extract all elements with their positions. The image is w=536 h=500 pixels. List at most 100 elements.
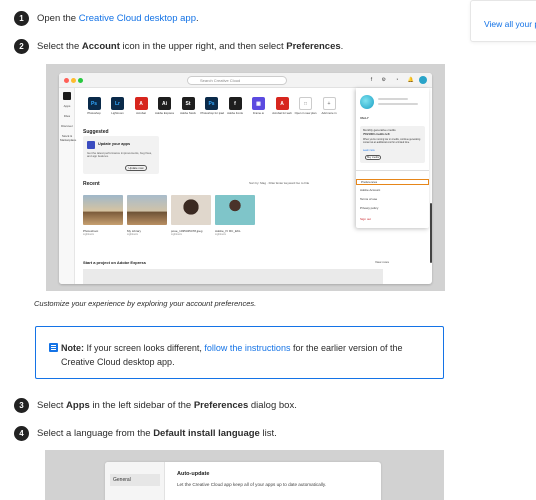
menu-item-adobe-account: Adobe Account [360, 188, 381, 192]
related-card: View all your pla [470, 0, 536, 42]
app-label: Frame.io [252, 111, 265, 115]
step-number: 3 [14, 398, 29, 413]
app-tile: Ai Adobe Express [154, 97, 176, 115]
step-text: Open the Creative Cloud desktop app. [37, 13, 199, 24]
step-bold-preferences: Preferences [286, 41, 341, 52]
step-bold-default-language: Default install language [153, 428, 260, 439]
recent-thumbnail [215, 195, 255, 225]
app-tile: St Adobe Stock [177, 97, 199, 115]
step-number: 1 [14, 11, 29, 26]
app-label: Acrobat for web [272, 111, 292, 115]
app-icon: Ps [205, 97, 218, 110]
app-icon: □ [299, 97, 312, 110]
creative-cloud-logo-icon [63, 92, 71, 100]
scrollbar [430, 203, 432, 263]
suggested-heading: Suggested [83, 129, 109, 135]
step-3: 3 Select Apps in the left sidebar of the… [14, 398, 297, 413]
update-card-title: Update your apps [98, 142, 131, 146]
recent-item-meta: Lightroom [83, 233, 95, 236]
app-label: Adobe Stock [180, 111, 196, 115]
step-text-post: list. [259, 428, 277, 439]
app-label: Photoshop [87, 111, 101, 115]
credits-value: 750/1000 credits left [363, 132, 390, 136]
app-tile: □ Open in new plan [295, 97, 317, 115]
note-text: Note: If your screen looks different, fo… [61, 341, 436, 369]
step-text-pre: Open the [37, 13, 79, 24]
menu-item-preferences: Preferences [356, 179, 429, 185]
app-tile: A Acrobat for web [271, 97, 293, 115]
view-plans-link[interactable]: View all your pla [484, 19, 536, 29]
note-label: Note: [61, 343, 84, 353]
zoom-dot-icon [78, 78, 83, 83]
app-tile: Lr Lightroom [107, 97, 129, 115]
app-window: Search Creative Cloud f ⚙ ◔ 🔔 Apps Files… [59, 73, 432, 284]
app-icon: + [322, 97, 336, 110]
app-label: Add more in [321, 111, 337, 115]
recent-item-meta: Lightroom [215, 233, 227, 236]
menu-item-terms: Terms of use [360, 197, 378, 201]
sidebar-item-files: Files [63, 114, 71, 118]
update-now-button: Update now [125, 165, 147, 171]
recent-thumbnail [171, 195, 211, 225]
dialog-sidebar-item-general: General [110, 474, 160, 486]
title-bar: Search Creative Cloud f ⚙ ◔ 🔔 [59, 73, 432, 88]
step-bold-preferences: Preferences [193, 400, 249, 411]
step-text-mid: icon in the upper right, and then select [119, 41, 287, 52]
menu-item-privacy: Privacy policy [360, 206, 379, 210]
minimize-dot-icon [71, 78, 76, 83]
divider [356, 170, 429, 171]
recent-thumbnail [83, 195, 123, 225]
step-bold-apps: Apps [66, 400, 90, 411]
recent-thumbnail [127, 195, 167, 225]
note-icon [49, 343, 58, 352]
search-input: Search Creative Cloud [187, 76, 287, 85]
step-text-mid: in the left sidebar of the [89, 400, 194, 411]
app-icon: Ps [87, 97, 101, 110]
note-text-pre: If your screen looks different, [84, 343, 205, 353]
app-tile: Ps Photoshop [83, 97, 105, 115]
update-icon [87, 141, 95, 149]
creative-cloud-app-link[interactable]: Creative Cloud desktop app [79, 13, 196, 24]
step-text: Select a language from the Default insta… [37, 428, 277, 439]
learn-more-link: Learn more [363, 150, 375, 152]
app-label: Open in new plan [294, 111, 317, 115]
app-tile: + Add more in [318, 97, 340, 115]
express-thumbnails [83, 269, 383, 284]
update-card: Update your apps Get the latest performa… [83, 136, 159, 174]
credits-box: Monthly generative credits 750/1000 cred… [360, 126, 425, 163]
follow-instructions-link[interactable]: follow the instructions [204, 343, 290, 353]
step-4: 4 Select a language from the Default ins… [14, 426, 277, 441]
left-sidebar: Apps Files Discover Stock & Marketplace [59, 88, 76, 284]
close-dot-icon [64, 78, 69, 83]
step-number: 2 [14, 39, 29, 54]
app-label: Adobe Express [155, 111, 174, 115]
step-text: Select Apps in the left sidebar of the P… [37, 400, 297, 411]
step-text-post: dialog box. [248, 400, 297, 411]
account-avatar-icon [360, 95, 374, 109]
step-1: 1 Open the Creative Cloud desktop app. [14, 11, 199, 26]
app-tile: f Adobe Fonts [224, 97, 246, 115]
app-label: Photoshop for ipad [200, 111, 224, 115]
update-card-text: Get the latest performance improvements,… [87, 151, 152, 159]
step-bold-account: Account [81, 41, 120, 52]
step-text-post: . [195, 13, 199, 24]
step-text-pre: Select a language from the [37, 428, 154, 439]
step-text: Select the Account icon in the upper rig… [37, 41, 343, 52]
app-label: Adobe Fonts [227, 111, 243, 115]
step-text-pre: Select [37, 400, 67, 411]
start-project-heading: Start a project on Adobe Express [83, 260, 146, 265]
step-2: 2 Select the Account icon in the upper r… [14, 39, 343, 54]
account-email [378, 103, 418, 106]
step-text-post: . [340, 41, 344, 52]
apps-row: Ps Photoshop Lr Lightroom A Acrobat Ai Adobe Ex… [83, 97, 342, 115]
credits-text: When you're running low on credits, cont… [363, 139, 421, 144]
app-tile: A Acrobat [130, 97, 152, 115]
screenshot-creative-cloud: Search Creative Cloud f ⚙ ◔ 🔔 Apps Files… [46, 64, 445, 291]
app-icon: Lr [111, 97, 124, 110]
app-icon: St [181, 97, 195, 110]
app-icon: A [134, 97, 148, 110]
app-icon: f [228, 97, 242, 110]
view-more-link: View more [375, 260, 390, 264]
screenshot-preferences-dialog: General Auto-update Let the Creative Clo… [45, 450, 444, 500]
toolbar-icons: f ⚙ ◔ 🔔 [370, 77, 418, 83]
